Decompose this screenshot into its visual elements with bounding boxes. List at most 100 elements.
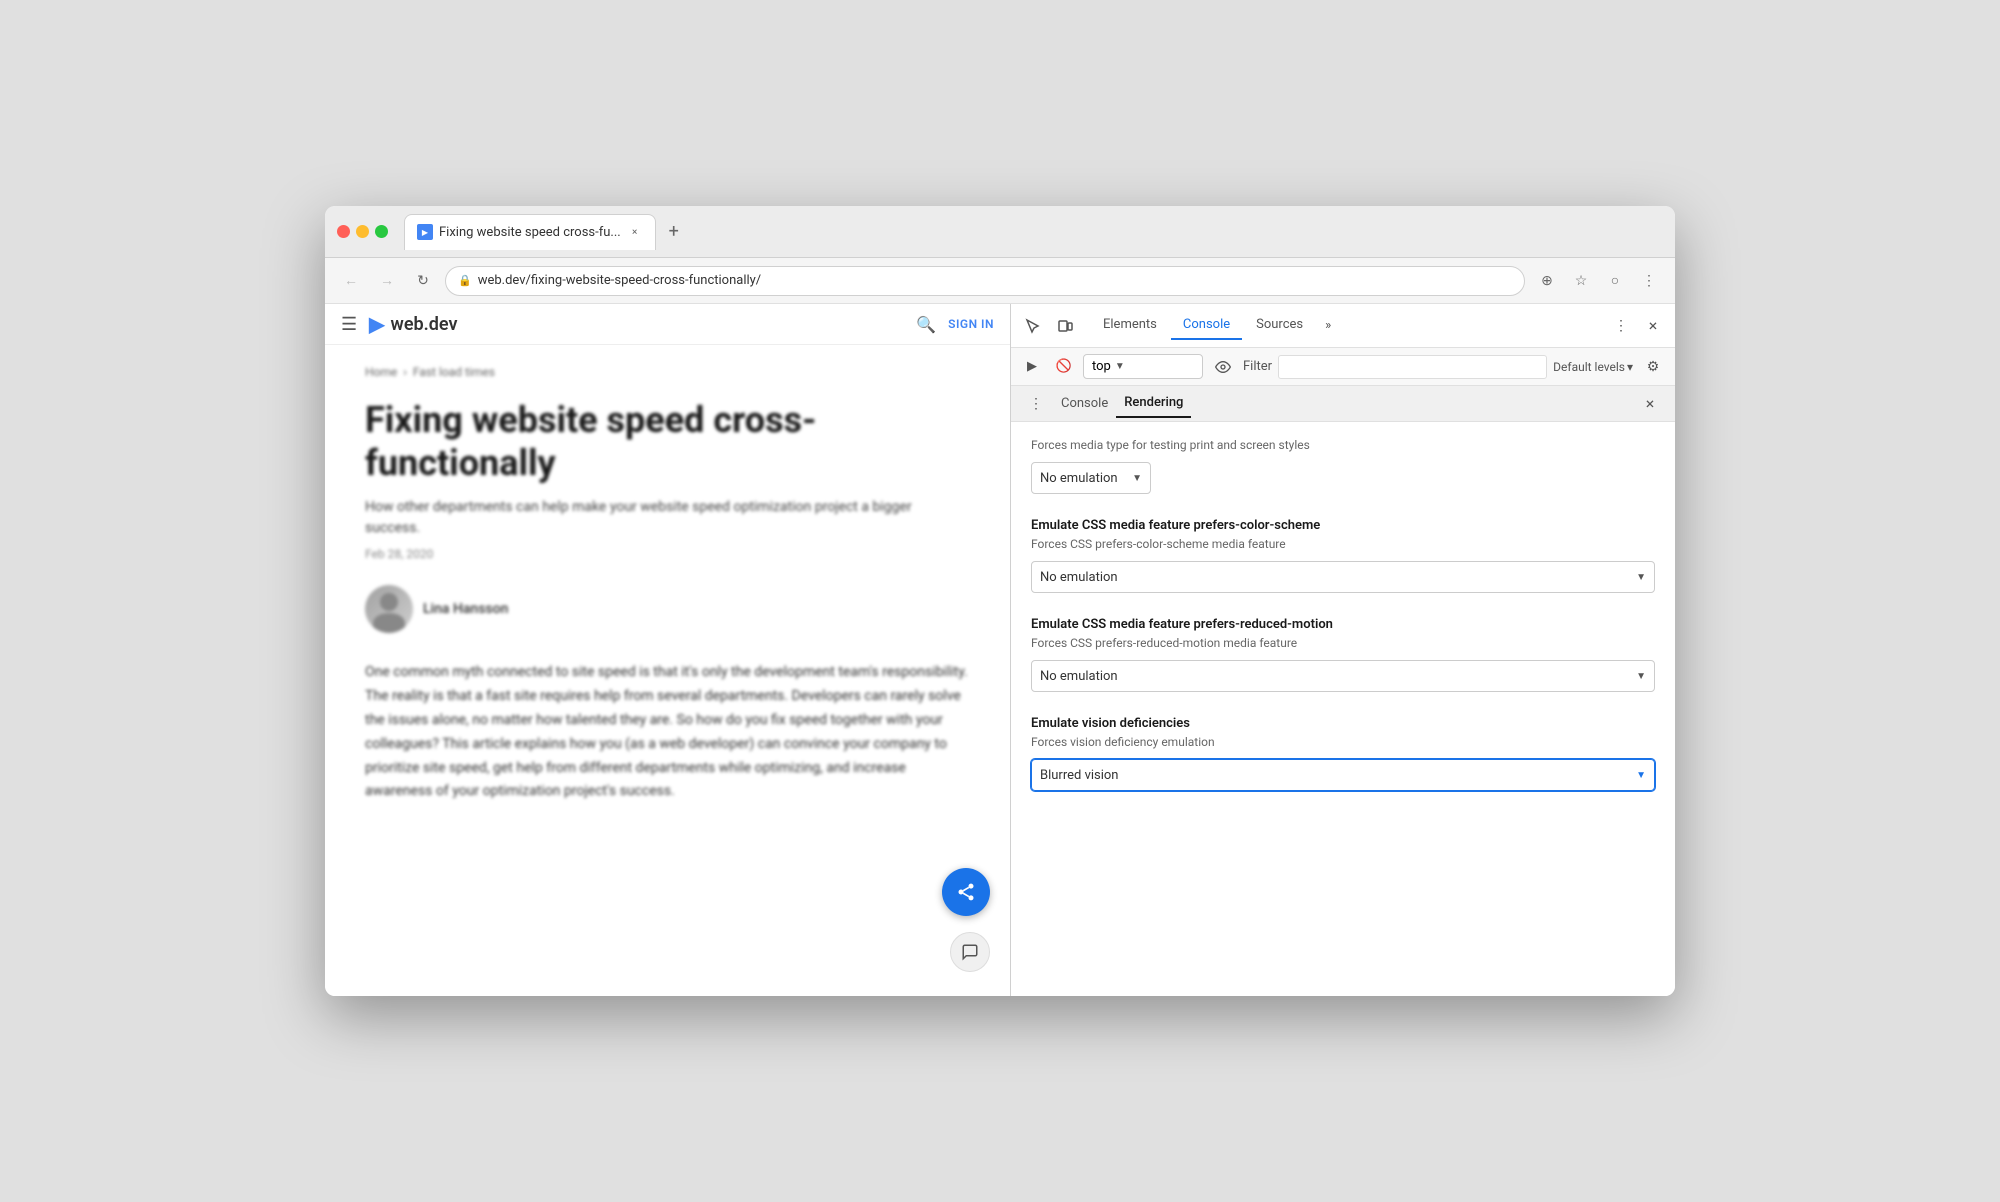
color-scheme-title: Emulate CSS media feature prefers-color-…	[1031, 518, 1655, 533]
address-icons: ⊕ ☆ ○ ⋮	[1533, 267, 1663, 295]
vision-value: Blurred vision	[1040, 768, 1119, 783]
share-button[interactable]	[942, 868, 990, 916]
hamburger-icon[interactable]: ☰	[341, 314, 357, 335]
author-row: Lina Hansson	[365, 585, 970, 633]
tab-console[interactable]: Console	[1171, 311, 1242, 340]
browser-window: Fixing website speed cross-fu... × + ← →…	[325, 206, 1675, 996]
webdev-chevron-icon: ▶	[369, 312, 384, 336]
render-section-print: Forces media type for testing print and …	[1031, 438, 1655, 494]
tab-title: Fixing website speed cross-fu...	[439, 225, 621, 240]
address-bar: ← → ↻ 🔒 web.dev/fixing-website-speed-cro…	[325, 258, 1675, 304]
webdev-logo[interactable]: ▶ web.dev	[369, 312, 457, 336]
traffic-lights	[337, 225, 388, 238]
url-text: web.dev/fixing-website-speed-cross-funct…	[478, 273, 761, 288]
settings-button[interactable]: ⚙	[1639, 353, 1667, 381]
color-scheme-select[interactable]: No emulation ▼	[1031, 561, 1655, 593]
render-section-color-scheme: Emulate CSS media feature prefers-color-…	[1031, 518, 1655, 593]
refresh-button[interactable]: ↻	[409, 267, 437, 295]
tab-elements[interactable]: Elements	[1091, 311, 1169, 340]
print-emulation-arrow: ▼	[1132, 473, 1142, 484]
back-button[interactable]: ←	[337, 267, 365, 295]
render-section-vision: Emulate vision deficiencies Forces visio…	[1031, 716, 1655, 791]
tab-favicon	[417, 224, 433, 240]
inspect-element-button[interactable]	[1019, 312, 1047, 340]
print-emulation-select[interactable]: No emulation ▼	[1031, 462, 1151, 494]
drawer-header: ⋮ Console Rendering ×	[1011, 386, 1675, 422]
lock-icon: 🔒	[458, 274, 472, 287]
print-emulation-value: No emulation	[1040, 471, 1118, 486]
url-bar[interactable]: 🔒 web.dev/fixing-website-speed-cross-fun…	[445, 266, 1525, 296]
reduced-motion-select[interactable]: No emulation ▼	[1031, 660, 1655, 692]
reduced-motion-arrow: ▼	[1636, 671, 1646, 682]
devtools-close-button[interactable]: ×	[1639, 312, 1667, 340]
article-date: Feb 28, 2020	[365, 547, 970, 561]
color-scheme-value: No emulation	[1040, 570, 1118, 585]
levels-dropdown[interactable]: Default levels ▾	[1553, 360, 1633, 374]
close-traffic-light[interactable]	[337, 225, 350, 238]
clear-console-button[interactable]: 🚫	[1051, 354, 1077, 380]
author-avatar	[365, 585, 413, 633]
reduced-motion-value: No emulation	[1040, 669, 1118, 684]
new-tab-button[interactable]: +	[660, 218, 688, 246]
reduced-motion-title: Emulate CSS media feature prefers-reduce…	[1031, 617, 1655, 632]
breadcrumb-home[interactable]: Home	[365, 365, 397, 379]
devtools-panel: Elements Console Sources » ⋮ × ▶ 🚫 top ▼	[1010, 304, 1675, 996]
device-emulation-button[interactable]	[1051, 312, 1079, 340]
vision-arrow: ▼	[1636, 770, 1646, 781]
sign-in-button[interactable]: SIGN IN	[948, 317, 994, 331]
filter-input[interactable]	[1278, 355, 1547, 379]
devtools-menu-button[interactable]: ⋮	[1607, 312, 1635, 340]
minimize-traffic-light[interactable]	[356, 225, 369, 238]
tab-sources[interactable]: Sources	[1244, 311, 1315, 340]
print-emulation-desc: Forces media type for testing print and …	[1031, 438, 1655, 452]
author-avatar-image	[365, 585, 413, 633]
devtools-header-right: ⋮ ×	[1607, 312, 1667, 340]
levels-arrow: ▾	[1627, 360, 1633, 374]
article-subtitle: How other departments can help make your…	[365, 497, 915, 539]
vision-title: Emulate vision deficiencies	[1031, 716, 1655, 731]
devtools-tools	[1019, 312, 1079, 340]
color-scheme-arrow: ▼	[1636, 572, 1646, 583]
drawer-tab-rendering[interactable]: Rendering	[1116, 389, 1191, 418]
bookmark-icon[interactable]: ☆	[1567, 267, 1595, 295]
devtools-tabs: Elements Console Sources »	[1091, 311, 1603, 340]
main-content: ☰ ▶ web.dev 🔍 SIGN IN Home › Fast load t…	[325, 304, 1675, 996]
breadcrumb-section: Fast load times	[413, 365, 495, 379]
webpage-panel: ☰ ▶ web.dev 🔍 SIGN IN Home › Fast load t…	[325, 304, 1010, 996]
breadcrumb-separator: ›	[403, 365, 407, 379]
drawer-tab-console[interactable]: Console	[1053, 390, 1116, 417]
vision-select[interactable]: Blurred vision ▼	[1031, 759, 1655, 791]
vision-desc: Forces vision deficiency emulation	[1031, 735, 1655, 749]
drawer-menu-icon[interactable]: ⋮	[1023, 391, 1049, 417]
reduced-motion-desc: Forces CSS prefers-reduced-motion media …	[1031, 636, 1655, 650]
devtools-header: Elements Console Sources » ⋮ ×	[1011, 304, 1675, 348]
context-label: top	[1092, 359, 1111, 374]
maximize-traffic-light[interactable]	[375, 225, 388, 238]
tab-close-button[interactable]: ×	[627, 224, 643, 240]
context-dropdown[interactable]: top ▼	[1083, 354, 1203, 379]
webpage-search-icon[interactable]: 🔍	[916, 315, 936, 334]
article-title: Fixing website speed cross-functionally	[365, 399, 970, 485]
drawer-close-button[interactable]: ×	[1637, 391, 1663, 417]
webpage-body: Home › Fast load times Fixing website sp…	[325, 345, 1010, 824]
author-name: Lina Hansson	[423, 601, 508, 617]
feedback-button[interactable]	[950, 932, 990, 972]
browser-menu-icon[interactable]: ⋮	[1635, 267, 1663, 295]
webdev-logo-text: web.dev	[391, 314, 458, 335]
color-scheme-desc: Forces CSS prefers-color-scheme media fe…	[1031, 537, 1655, 551]
webpage-toolbar: ☰ ▶ web.dev 🔍 SIGN IN	[325, 304, 1010, 345]
profile-icon[interactable]: ○	[1601, 267, 1629, 295]
active-tab[interactable]: Fixing website speed cross-fu... ×	[404, 214, 656, 250]
forward-button[interactable]: →	[373, 267, 401, 295]
levels-label: Default levels	[1553, 360, 1625, 374]
webpage-toolbar-right: 🔍 SIGN IN	[916, 315, 994, 334]
earth-icon[interactable]: ⊕	[1533, 267, 1561, 295]
filter-label: Filter	[1243, 359, 1272, 374]
run-script-button[interactable]: ▶	[1019, 354, 1045, 380]
context-bar: ▶ 🚫 top ▼ Filter Default levels	[1011, 348, 1675, 386]
eye-button[interactable]	[1209, 353, 1237, 381]
article-body: One common myth connected to site speed …	[365, 661, 970, 804]
more-tabs-button[interactable]: »	[1317, 312, 1339, 339]
tab-bar: Fixing website speed cross-fu... × +	[404, 214, 1663, 250]
breadcrumb: Home › Fast load times	[365, 365, 970, 379]
